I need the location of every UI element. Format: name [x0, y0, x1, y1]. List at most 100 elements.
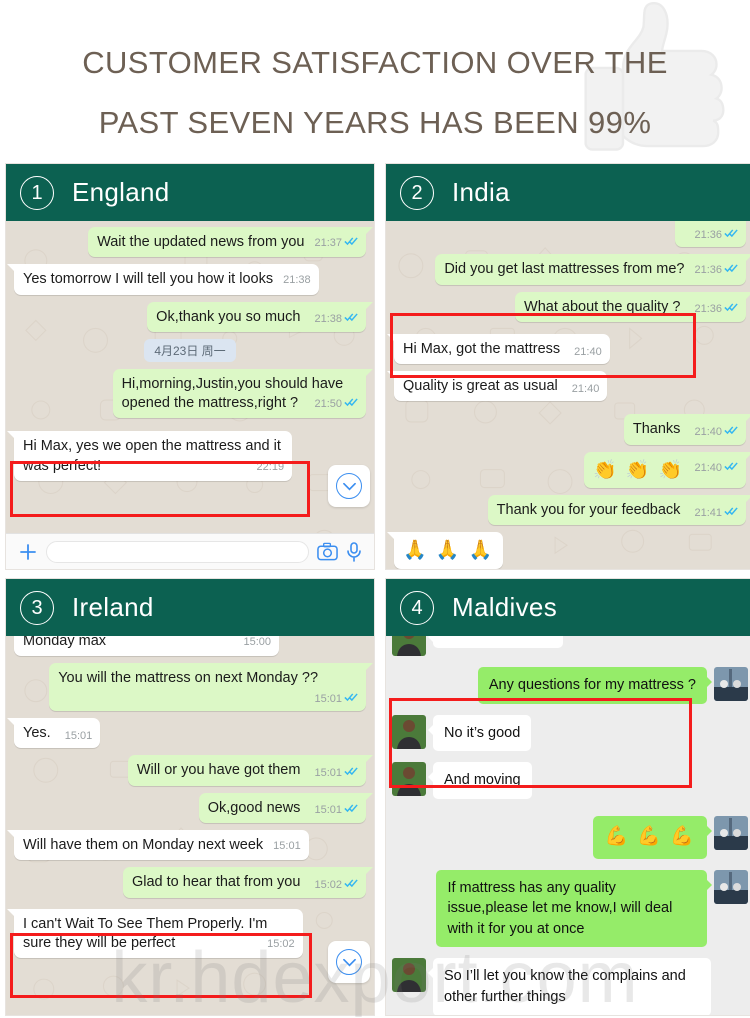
message-time: 21:36: [694, 228, 722, 241]
message-time: 15:01: [64, 729, 93, 742]
message-row: Monday max 15:00: [14, 636, 366, 657]
message-meta: 21:36: [694, 302, 738, 317]
message-row: I can't Wait To See Them Properly. I'm s…: [7, 908, 366, 959]
message-time: 15:00: [243, 636, 271, 648]
chat-bubble-incoming-highlighted[interactable]: And moving: [428, 762, 532, 799]
message-time: 21:40: [694, 461, 722, 474]
contact-avatar[interactable]: [392, 762, 426, 797]
chat-bubble-outgoing[interactable]: Ok,thank you so much 21:38: [147, 301, 373, 332]
chat-bubble-incoming-clipped[interactable]: So I’ll let you know the complains and o…: [428, 958, 711, 1015]
message-row: Did you get last mattresses from me? 21:…: [394, 254, 750, 285]
chat-bubble-incoming-clipped[interactable]: [428, 636, 563, 648]
message-row: And moving: [392, 762, 748, 799]
chat-bubble-outgoing[interactable]: If mattress has any quality issue,please…: [436, 869, 712, 948]
chat-bubble-incoming[interactable]: Yes tomorrow I will tell you how it look…: [7, 264, 319, 295]
message-row: Hi Max, yes we open the mattress and it …: [6, 431, 366, 481]
message-meta: 21:40: [694, 425, 738, 440]
plus-icon[interactable]: [18, 542, 38, 562]
user-avatar[interactable]: [714, 869, 748, 904]
date-separator: 4月23日 周一: [144, 338, 236, 362]
chat-bubble-outgoing[interactable]: You will the mattress on next Monday ?? …: [49, 663, 373, 712]
chat-body-ireland[interactable]: Monday max 15:00 You will the mattress o…: [6, 636, 374, 1015]
chat-bubble-incoming[interactable]: Will have them on Monday next week 15:01: [7, 830, 309, 861]
message-row: So I’ll let you know the complains and o…: [392, 958, 748, 1015]
chat-bubble-outgoing-clipped[interactable]: 21:36: [675, 221, 746, 248]
message-input-bar[interactable]: [6, 533, 374, 569]
message-row: Any questions for my mattress ?: [392, 667, 748, 704]
message-meta: 21:36: [694, 263, 738, 278]
message-time: 15:02: [314, 878, 342, 891]
chat-bubble-outgoing[interactable]: Glad to hear that from you 15:02: [122, 867, 374, 898]
message-text: Hi Max, yes we open the mattress and it …: [23, 438, 281, 474]
chat-bubble-incoming-highlighted[interactable]: Quality is great as usual 21:40: [386, 371, 608, 402]
message-row: Ok,thank you so much 21:38: [14, 301, 373, 332]
message-time: 21:38: [314, 313, 342, 326]
read-receipt-icon: [344, 878, 358, 893]
message-time: 15:01: [314, 767, 342, 780]
chevron-down-icon: [336, 473, 362, 499]
chat-bubble-incoming-clipped[interactable]: Monday max 15:00: [14, 636, 279, 657]
message-row: 💪 💪 💪: [392, 815, 748, 859]
message-text: Will have them on Monday next week: [23, 837, 264, 854]
message-meta: 21:37: [314, 236, 358, 251]
contact-avatar[interactable]: [392, 636, 426, 656]
contact-avatar[interactable]: [392, 958, 426, 993]
panel-header-ireland: 3 Ireland: [6, 579, 374, 636]
user-avatar[interactable]: [714, 815, 748, 850]
chat-bubble-outgoing[interactable]: Any questions for my mattress ?: [477, 667, 713, 704]
message-meta: 21:40: [572, 382, 600, 397]
chat-bubble-emoji[interactable]: 💪 💪 💪: [593, 815, 712, 859]
message-text: 💪 💪 💪: [604, 825, 696, 847]
chat-panels-grid: 1 England Wait the updated news from you…: [0, 163, 750, 1016]
message-text: Ok,thank you so much: [156, 308, 301, 325]
message-row: Yes tomorrow I will tell you how it look…: [7, 264, 366, 295]
chat-bubble-outgoing[interactable]: Thank you for your feedback 21:41: [487, 494, 750, 526]
message-text: 👏 👏 👏: [592, 459, 685, 481]
message-text: 🙏 🙏 🙏: [403, 540, 495, 562]
message-meta: 15:02: [267, 937, 295, 952]
message-meta: 21:38: [283, 273, 311, 288]
read-receipt-icon: [344, 312, 358, 327]
message-meta: 21:36: [694, 228, 738, 243]
message-time: 22:19: [256, 460, 285, 473]
message-input[interactable]: [46, 540, 309, 563]
message-time: 21:41: [694, 506, 722, 519]
read-receipt-icon: [724, 228, 738, 243]
panel-header-india: 2 India: [386, 164, 750, 221]
poster-header: CUSTOMER SATISFACTION OVER THE PAST SEVE…: [0, 0, 750, 163]
panel-number-badge: 1: [20, 175, 54, 210]
page-title-line-2: PAST SEVEN YEARS HAS BEEN 99%: [98, 105, 652, 141]
chat-bubble-incoming-highlighted[interactable]: Hi Max, got the mattress 21:40: [387, 333, 610, 365]
chat-body-india[interactable]: 21:36 Did you get last mattresses from m…: [386, 221, 750, 569]
page-title: CUSTOMER SATISFACTION OVER THE PAST SEVE…: [0, 0, 750, 154]
chat-bubble-emoji-clipped[interactable]: 🙏 🙏 🙏: [387, 532, 503, 569]
message-text: So I’ll let you know the complains and o…: [444, 968, 686, 1006]
chat-bubble-incoming-highlighted[interactable]: I can't Wait To See Them Properly. I'm s…: [7, 908, 303, 959]
chat-bubble-outgoing[interactable]: Ok,good news 15:01: [198, 792, 374, 824]
chat-body-england[interactable]: Wait the updated news from you 21:37 Yes…: [6, 221, 374, 569]
chat-bubble-outgoing[interactable]: Thanks 21:40: [623, 414, 750, 445]
chat-bubble-outgoing[interactable]: Will or you have got them 15:01: [127, 755, 374, 786]
chat-bubble-incoming-highlighted[interactable]: No it’s good: [427, 714, 532, 752]
chat-bubble-outgoing[interactable]: What about the quality ? 21:36: [515, 291, 750, 322]
message-time: 21:36: [694, 303, 722, 316]
scroll-to-bottom-button[interactable]: [328, 941, 370, 983]
chat-bubble-incoming-highlighted[interactable]: Hi Max, yes we open the mattress and it …: [6, 431, 293, 481]
chat-bubble-outgoing[interactable]: Hi,morning,Justin,you should have opened…: [112, 368, 374, 419]
chat-bubble-outgoing[interactable]: Did you get last mattresses from me? 21:…: [435, 254, 750, 285]
message-list-india: 21:36 Did you get last mattresses from m…: [386, 221, 750, 569]
read-receipt-icon: [724, 425, 738, 440]
message-row: Glad to hear that from you 15:02: [14, 867, 374, 898]
contact-avatar[interactable]: [392, 714, 426, 749]
message-meta: 21:41: [694, 506, 738, 521]
user-avatar[interactable]: [714, 667, 748, 701]
chat-bubble-outgoing[interactable]: Wait the updated news from you 21:37: [88, 227, 373, 258]
chat-body-maldives[interactable]: Any questions for my mattress ? No it’s …: [386, 636, 750, 1015]
message-text: Wait the updated news from you: [97, 234, 305, 250]
camera-icon[interactable]: [317, 542, 338, 561]
microphone-icon[interactable]: [346, 541, 362, 562]
message-time: 15:01: [314, 804, 342, 817]
chat-bubble-incoming[interactable]: Yes. 15:01: [6, 718, 101, 749]
scroll-to-bottom-button[interactable]: [328, 465, 370, 507]
chat-bubble-emoji[interactable]: 👏 👏 👏 21:40: [583, 451, 750, 488]
